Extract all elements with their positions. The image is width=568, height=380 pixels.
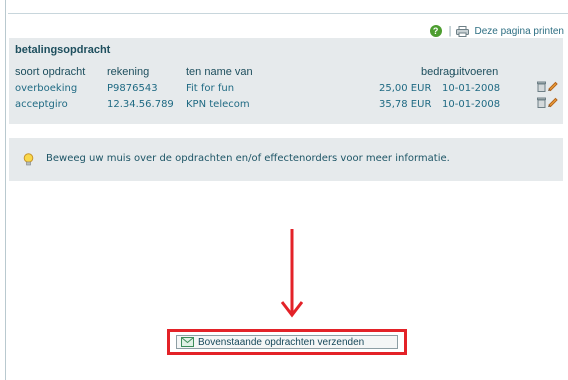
table-row[interactable]: overboeking P9876543 Fit for fun 25,00 E… <box>9 81 563 97</box>
send-orders-button[interactable]: Bovenstaande opdrachten verzenden <box>176 335 398 349</box>
down-arrow-annotation <box>281 229 303 318</box>
trash-icon[interactable] <box>537 97 546 108</box>
row-account: 12.34.56.789 <box>107 99 174 110</box>
row-amount: 25,00 EUR <box>379 83 432 94</box>
column-header-name: ten name van <box>186 66 253 78</box>
info-box: Beweeg uw muis over de opdrachten en/of … <box>9 138 563 181</box>
row-type: acceptgiro <box>15 99 68 110</box>
lightbulb-icon <box>23 153 34 166</box>
envelope-icon <box>181 337 194 347</box>
column-header-execute: uitvoeren <box>453 66 499 78</box>
row-name: KPN telecom <box>186 99 250 110</box>
info-text: Beweeg uw muis over de opdrachten en/of … <box>46 153 450 164</box>
row-type: overboeking <box>15 83 78 94</box>
column-header-account: rekening <box>107 66 150 78</box>
send-button-highlight: Bovenstaande opdrachten verzenden <box>167 329 407 355</box>
table-row[interactable]: acceptgiro 12.34.56.789 KPN telecom 35,7… <box>9 97 563 113</box>
help-icon[interactable]: ? <box>429 25 442 37</box>
payment-orders-panel: betalingsopdracht soort opdracht rekenin… <box>9 38 563 124</box>
column-header-amount: bedrag <box>421 66 456 78</box>
top-divider <box>8 13 568 14</box>
trash-icon[interactable] <box>537 81 546 92</box>
row-date: 10-01-2008 <box>442 83 501 94</box>
row-name: Fit for fun <box>186 83 235 94</box>
row-actions <box>537 97 558 108</box>
row-date: 10-01-2008 <box>442 99 501 110</box>
pencil-icon[interactable] <box>547 81 558 92</box>
row-account: P9876543 <box>107 83 158 94</box>
panel-title: betalingsopdracht <box>15 44 111 56</box>
send-button-label: Bovenstaande opdrachten verzenden <box>198 336 365 348</box>
print-page-link[interactable]: Deze pagina printen <box>474 26 564 37</box>
row-amount: 35,78 EUR <box>379 99 432 110</box>
pencil-icon[interactable] <box>547 97 558 108</box>
row-actions <box>537 81 558 92</box>
toolbar-separator: | <box>448 25 452 37</box>
column-header-type: soort opdracht <box>15 66 86 78</box>
page-toolbar: ? | Deze pagina printen <box>429 23 564 39</box>
printer-icon[interactable] <box>456 25 470 37</box>
